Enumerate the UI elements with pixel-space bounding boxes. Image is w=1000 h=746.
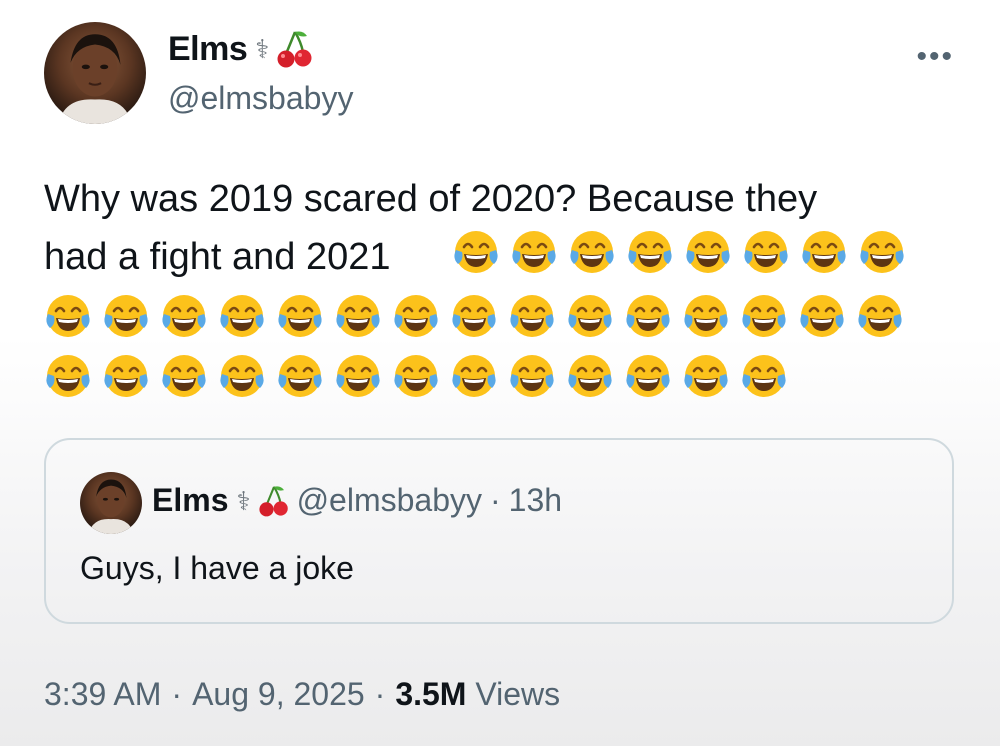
tears-of-joy-emoji-icon <box>626 295 670 337</box>
tears-of-joy-emoji-icon <box>512 231 556 273</box>
tears-of-joy-emoji-icon <box>742 355 786 397</box>
author-name-row: Elms ⚕ <box>168 28 313 70</box>
tears-of-joy-emoji-icon <box>452 295 496 337</box>
views[interactable]: 3.5M Views <box>395 676 560 713</box>
tears-of-joy-emoji-icon <box>860 231 904 273</box>
quote-author-name: Elms <box>152 482 229 518</box>
tears-of-joy-emoji-icon <box>104 295 148 337</box>
post-date[interactable]: Aug 9, 2025 <box>192 676 365 713</box>
tears-of-joy-emoji-icon <box>162 355 206 397</box>
tears-of-joy-emoji-icon <box>568 295 612 337</box>
tears-of-joy-emoji-icon <box>686 231 730 273</box>
quote-author-avatar <box>80 472 142 534</box>
tears-of-joy-emoji-icon <box>626 355 670 397</box>
tears-of-joy-emoji-icon <box>454 231 498 273</box>
tears-of-joy-emoji-icon <box>394 355 438 397</box>
tears-of-joy-emoji-icon <box>570 231 614 273</box>
tears-of-joy-emoji-icon <box>46 295 90 337</box>
more-options-button[interactable]: ••• <box>916 40 954 74</box>
tears-of-joy-emoji-icon <box>628 231 672 273</box>
tears-of-joy-emoji-icon <box>858 295 902 337</box>
quote-header: Elms ⚕ @elmsbabyy · 13h <box>152 482 562 519</box>
quote-author-handle: @elmsbabyy <box>296 482 482 518</box>
quoted-tweet[interactable]: Elms ⚕ @elmsbabyy · 13h Guys, I have a j… <box>44 438 954 624</box>
tears-of-joy-emoji-icon <box>104 355 148 397</box>
tears-of-joy-emoji-icon <box>684 355 728 397</box>
tears-of-joy-emoji-icon <box>394 295 438 337</box>
caduceus-icon: ⚕ <box>255 34 270 64</box>
tears-of-joy-emoji-icon <box>742 295 786 337</box>
post-time[interactable]: 3:39 AM <box>44 676 161 713</box>
tears-of-joy-emoji-icon <box>568 355 612 397</box>
emoji-row-4 <box>44 352 788 400</box>
tears-of-joy-emoji-icon <box>220 355 264 397</box>
tears-of-joy-emoji-icon <box>510 355 554 397</box>
tears-of-joy-emoji-icon <box>684 295 728 337</box>
tears-of-joy-emoji-icon <box>46 355 90 397</box>
author-handle[interactable]: @elmsbabyy <box>168 80 353 117</box>
emoji-row-3 <box>44 292 904 340</box>
cherry-icon <box>277 31 312 68</box>
author-name[interactable]: Elms <box>168 30 248 69</box>
tweet-text-line1: Why was 2019 scared of 2020? Because the… <box>44 178 818 220</box>
tears-of-joy-emoji-icon <box>800 295 844 337</box>
tears-of-joy-emoji-icon <box>278 295 322 337</box>
tears-of-joy-emoji-icon <box>162 295 206 337</box>
quote-separator: · <box>490 482 501 518</box>
emoji-row-2 <box>452 228 906 276</box>
tears-of-joy-emoji-icon <box>452 355 496 397</box>
cherry-icon <box>258 485 288 516</box>
tears-of-joy-emoji-icon <box>510 295 554 337</box>
views-label: Views <box>475 676 561 712</box>
meta-separator: · <box>171 676 183 712</box>
tears-of-joy-emoji-icon <box>336 295 380 337</box>
caduceus-icon: ⚕ <box>236 485 251 516</box>
quote-time: 13h <box>508 482 563 518</box>
tears-of-joy-emoji-icon <box>278 355 322 397</box>
views-count: 3.5M <box>395 676 467 712</box>
tears-of-joy-emoji-icon <box>802 231 846 273</box>
tears-of-joy-emoji-icon <box>336 355 380 397</box>
tears-of-joy-emoji-icon <box>220 295 264 337</box>
quote-text: Guys, I have a joke <box>80 550 354 586</box>
meta-separator: · <box>374 676 386 712</box>
author-avatar[interactable] <box>44 22 146 124</box>
tweet-meta: 3:39 AM · Aug 9, 2025 · 3.5M Views <box>44 676 560 713</box>
tears-of-joy-emoji-icon <box>744 231 788 273</box>
